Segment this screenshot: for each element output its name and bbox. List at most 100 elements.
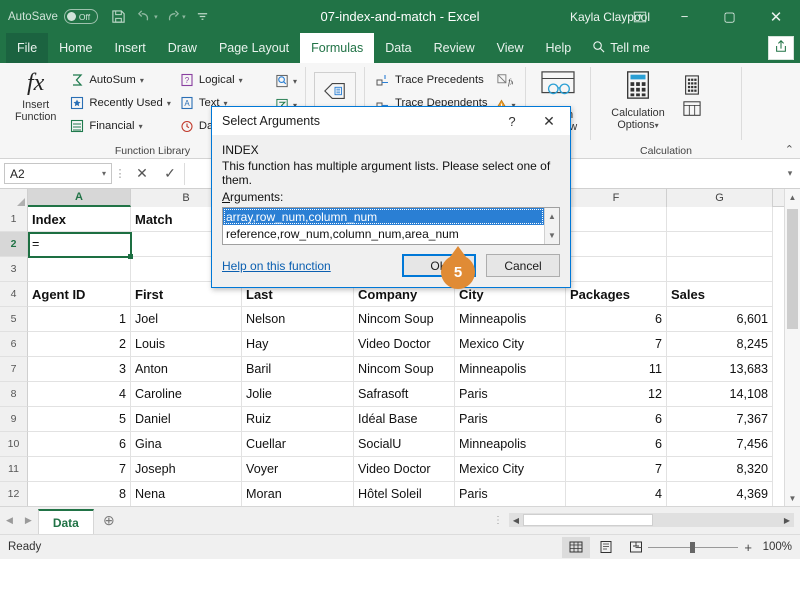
cell-F5[interactable]: 6 <box>566 307 667 332</box>
cell-D8[interactable]: Safrasoft <box>354 382 455 407</box>
logical-button[interactable]: ? Logical ▾ <box>175 69 273 91</box>
row-header-12[interactable]: 12 <box>0 482 28 506</box>
tab-insert[interactable]: Insert <box>104 33 157 63</box>
cell-F3[interactable] <box>566 257 667 282</box>
cell-A7[interactable]: 3 <box>28 357 131 382</box>
cell-G11[interactable]: 8,320 <box>667 457 773 482</box>
column-header-g[interactable]: G <box>667 189 773 207</box>
column-header-f[interactable]: F <box>566 189 667 207</box>
cell-B9[interactable]: Daniel <box>131 407 242 432</box>
cell-A1[interactable]: Index <box>28 207 131 232</box>
vertical-scrollbar[interactable]: ▲ ▼ <box>784 189 800 506</box>
cell-G10[interactable]: 7,456 <box>667 432 773 457</box>
cell-B5[interactable]: Joel <box>131 307 242 332</box>
scroll-down-icon[interactable]: ▼ <box>545 227 559 244</box>
cell-E10[interactable]: Minneapolis <box>455 432 566 457</box>
vertical-scroll-thumb[interactable] <box>787 209 798 329</box>
normal-view-icon[interactable] <box>562 537 590 558</box>
cell-A3[interactable] <box>28 257 131 282</box>
redo-icon[interactable]: ▾ <box>162 5 188 29</box>
tab-data[interactable]: Data <box>374 33 422 63</box>
recently-used-button[interactable]: Recently Used ▾ <box>65 92 174 114</box>
tell-me-box[interactable]: Tell me <box>582 33 650 63</box>
cell-E5[interactable]: Minneapolis <box>455 307 566 332</box>
cell-D6[interactable]: Video Doctor <box>354 332 455 357</box>
cell-D12[interactable]: Hôtel Soleil <box>354 482 455 506</box>
tab-home[interactable]: Home <box>48 33 103 63</box>
cancel-icon[interactable]: ✕ <box>128 163 156 185</box>
tab-formulas[interactable]: Formulas <box>300 33 374 63</box>
insert-function-button[interactable]: fx Insert Function <box>6 66 65 123</box>
cell-A10[interactable]: 6 <box>28 432 131 457</box>
cell-E12[interactable]: Paris <box>455 482 566 506</box>
calculate-sheet-button[interactable] <box>679 98 705 120</box>
row-header-7[interactable]: 7 <box>0 357 28 382</box>
cell-G8[interactable]: 14,108 <box>667 382 773 407</box>
add-sheet-icon[interactable]: ⊕ <box>94 506 124 534</box>
cell-F12[interactable]: 4 <box>566 482 667 506</box>
cell-C7[interactable]: Baril <box>242 357 354 382</box>
cell-E11[interactable]: Mexico City <box>455 457 566 482</box>
cell-G6[interactable]: 8,245 <box>667 332 773 357</box>
cell-F4[interactable]: Packages <box>566 282 667 307</box>
arguments-list-box[interactable]: array,row_num,column_num reference,row_n… <box>222 207 560 245</box>
autosum-button[interactable]: AutoSum ▾ <box>65 69 174 91</box>
cell-C8[interactable]: Jolie <box>242 382 354 407</box>
row-header-3[interactable]: 3 <box>0 257 28 282</box>
calculate-now-button[interactable] <box>679 74 705 96</box>
cell-F1[interactable] <box>566 207 667 232</box>
scroll-right-icon[interactable]: ▶ <box>780 516 794 525</box>
autosave-toggle[interactable]: AutoSave Off <box>8 9 98 24</box>
page-layout-view-icon[interactable] <box>592 537 620 558</box>
row-header-1[interactable]: 1 <box>0 207 28 232</box>
lookup-reference-button[interactable]: ▾ <box>273 70 299 92</box>
select-all-corner[interactable] <box>0 189 28 207</box>
tab-file[interactable]: File <box>6 33 48 63</box>
autosave-switch[interactable]: Off <box>64 9 98 24</box>
cell-E8[interactable]: Paris <box>455 382 566 407</box>
calculation-options-button[interactable]: Calculation Options▾ <box>597 66 679 132</box>
cell-F6[interactable]: 7 <box>566 332 667 357</box>
zoom-slider[interactable] <box>648 547 738 548</box>
cell-C5[interactable]: Nelson <box>242 307 354 332</box>
previous-sheet-icon[interactable]: ◀ <box>6 515 13 526</box>
row-header-11[interactable]: 11 <box>0 457 28 482</box>
cell-E7[interactable]: Minneapolis <box>455 357 566 382</box>
zoom-level[interactable]: 100% <box>758 541 792 553</box>
row-header-8[interactable]: 8 <box>0 382 28 407</box>
share-button[interactable] <box>768 36 794 60</box>
sheet-tab-data[interactable]: Data <box>38 509 94 534</box>
cell-B12[interactable]: Nena <box>131 482 242 506</box>
row-header-5[interactable]: 5 <box>0 307 28 332</box>
cell-F10[interactable]: 6 <box>566 432 667 457</box>
zoom-out-button[interactable]: − <box>635 540 643 555</box>
minimize-icon[interactable]: − <box>662 0 707 33</box>
cell-F8[interactable]: 12 <box>566 382 667 407</box>
cell-F7[interactable]: 11 <box>566 357 667 382</box>
cell-E9[interactable]: Paris <box>455 407 566 432</box>
row-header-4[interactable]: 4 <box>0 282 28 307</box>
scroll-up-icon[interactable]: ▲ <box>785 189 800 205</box>
ribbon-display-options-icon[interactable] <box>617 0 662 33</box>
cell-G12[interactable]: 4,369 <box>667 482 773 506</box>
trace-precedents-button[interactable]: Trace Precedents <box>371 69 492 91</box>
cell-A12[interactable]: 8 <box>28 482 131 506</box>
cell-F9[interactable]: 6 <box>566 407 667 432</box>
cell-B6[interactable]: Louis <box>131 332 242 357</box>
financial-button[interactable]: Financial ▾ <box>65 115 174 137</box>
cell-F2[interactable] <box>566 232 667 257</box>
column-header-a[interactable]: A <box>28 189 131 207</box>
cell-A8[interactable]: 4 <box>28 382 131 407</box>
cell-G4[interactable]: Sales <box>667 282 773 307</box>
scroll-up-icon[interactable]: ▲ <box>545 208 559 225</box>
cell-G3[interactable] <box>667 257 773 282</box>
tab-view[interactable]: View <box>486 33 535 63</box>
cell-G1[interactable] <box>667 207 773 232</box>
cell-B10[interactable]: Gina <box>131 432 242 457</box>
dialog-close-icon[interactable]: ✕ <box>532 107 566 135</box>
enter-icon[interactable]: ✓ <box>156 163 184 185</box>
cell-C6[interactable]: Hay <box>242 332 354 357</box>
row-header-10[interactable]: 10 <box>0 432 28 457</box>
cell-A2[interactable]: = <box>28 232 131 257</box>
horizontal-scrollbar[interactable]: ◀ ▶ <box>509 513 794 527</box>
